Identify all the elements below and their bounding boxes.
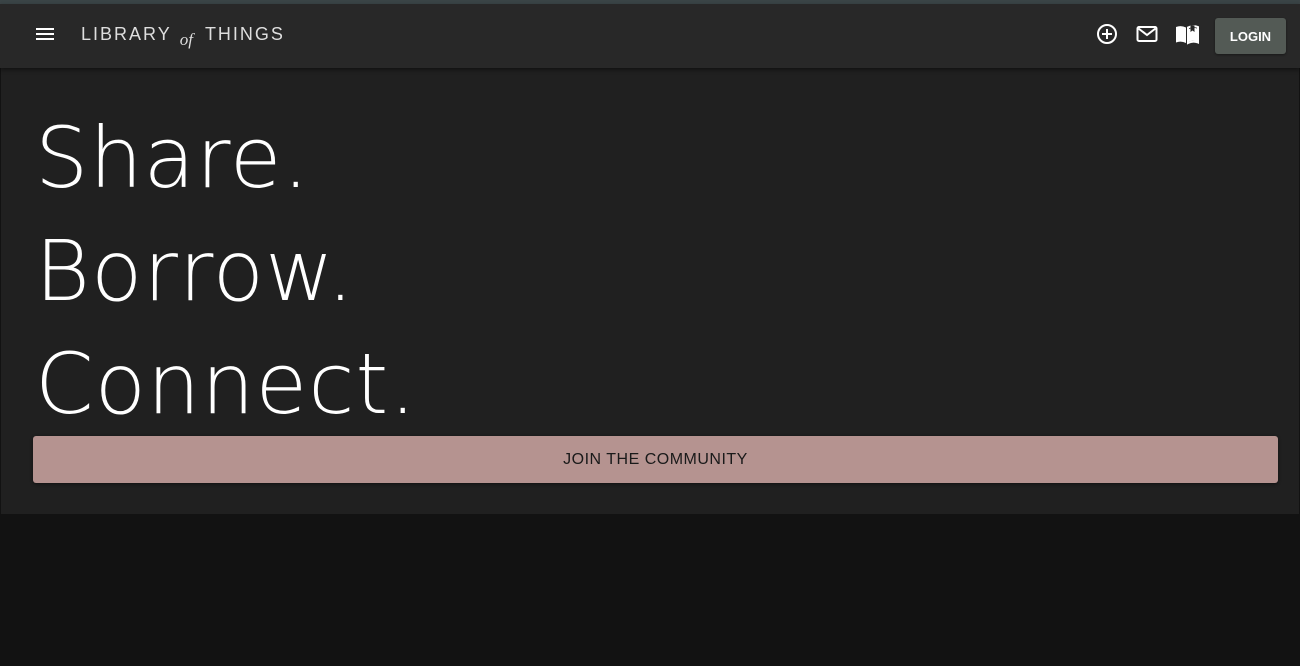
page-content-area: [0, 514, 1300, 666]
add-circle-icon: [1096, 23, 1118, 50]
mail-icon: [1136, 25, 1158, 48]
hero-line-connect: Connect.: [35, 335, 418, 433]
brand-word-library: LIBRARY: [81, 24, 172, 44]
login-button[interactable]: LOGIN: [1215, 18, 1286, 54]
brand-logo[interactable]: LIBRARY of THINGS: [81, 24, 285, 49]
menu-button[interactable]: [30, 22, 60, 50]
add-button[interactable]: [1095, 23, 1119, 50]
book-icon: [1175, 23, 1199, 50]
hero-line-borrow: Borrow.: [35, 222, 355, 320]
menu-icon: [35, 26, 55, 47]
brand-word-of: of: [179, 30, 193, 49]
hero-line-share: Share.: [35, 109, 311, 207]
brand-word-things: THINGS: [204, 24, 285, 44]
hero-section: Share. Borrow. Connect. JOIN THE COMMUNI…: [1, 68, 1299, 514]
navbar: LIBRARY of THINGS LOGIN: [0, 4, 1300, 68]
join-community-button[interactable]: JOIN THE COMMUNITY: [33, 436, 1278, 483]
messages-button[interactable]: [1135, 24, 1159, 48]
library-button[interactable]: [1175, 24, 1199, 48]
